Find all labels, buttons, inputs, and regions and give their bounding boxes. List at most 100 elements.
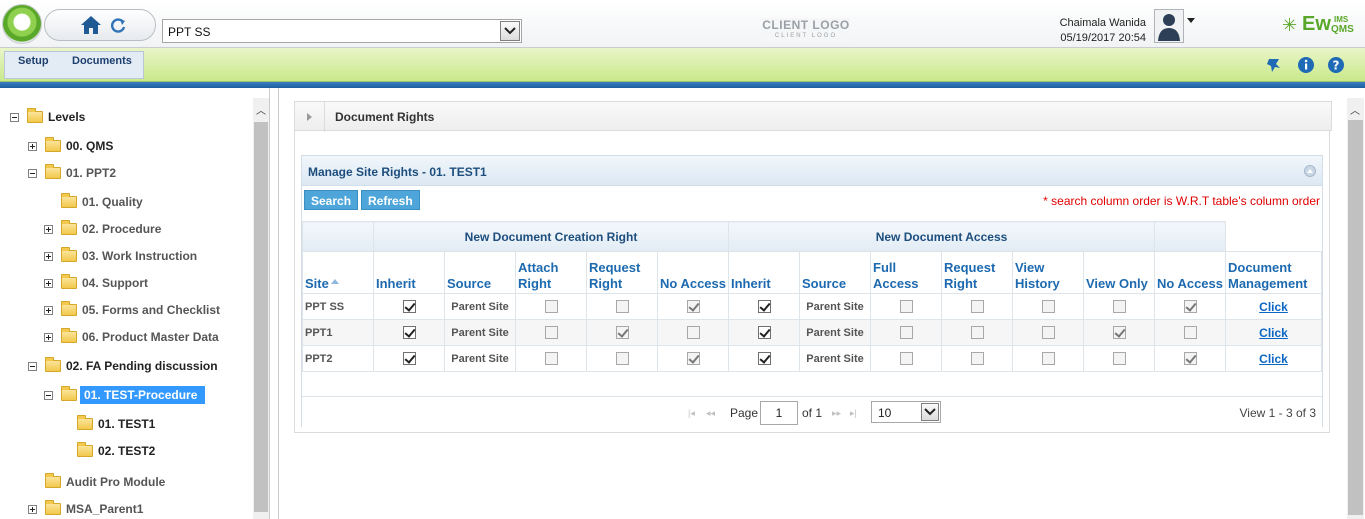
column-header-row: Site Inherit Source Attach Right Request Rig… — [302, 251, 1322, 294]
collapse-minus-icon[interactable] — [28, 168, 37, 178]
group-creation-right: New Document Creation Right — [373, 221, 729, 252]
tree-node[interactable]: 03. Work Instruction — [44, 246, 199, 266]
inherit1-checkbox[interactable] — [402, 352, 416, 365]
tree-node[interactable]: Audit Pro Module — [28, 472, 167, 492]
page-input[interactable]: 1 — [760, 401, 798, 425]
scroll-up-icon[interactable]: ︿ — [1350, 102, 1360, 117]
scroll-up-icon[interactable]: ︿ — [256, 102, 266, 117]
tree-node[interactable]: MSA_Parent1 — [28, 499, 145, 519]
column-header-label: Inherit — [731, 276, 771, 291]
first-page-icon[interactable]: |◂ — [688, 408, 695, 419]
document-management-link[interactable]: Click — [1259, 326, 1288, 340]
expand-plus-icon[interactable] — [44, 278, 53, 288]
site-select-value: PPT SS — [168, 25, 211, 39]
inherit1-cell — [373, 319, 445, 346]
site-rights-grid: Manage Site Rights - 01. TEST1 Search Re… — [301, 155, 1323, 427]
viewonly-checkbox — [1112, 352, 1126, 365]
tree-node[interactable]: 02. Procedure — [44, 219, 163, 239]
tree-node[interactable]: 01. TEST1 — [60, 414, 157, 434]
main-scrollbar[interactable]: ︿ — [1347, 98, 1364, 519]
next-page-icon[interactable]: ▸▸ — [832, 408, 841, 419]
tree-node[interactable]: 02. TEST2 — [60, 441, 157, 461]
inherit2-checkbox[interactable] — [757, 326, 771, 339]
tree-node[interactable]: 04. Support — [44, 273, 150, 293]
expand-panel-icon[interactable] — [295, 102, 325, 132]
rights-rows: PPT SS Parent Site Parent Site Click PPT1 Par… — [302, 293, 1322, 372]
user-datetime: 05/19/2017 20:54 — [1060, 32, 1146, 44]
site-select[interactable]: PPT SS — [162, 19, 522, 43]
expand-plus-icon[interactable] — [44, 251, 53, 261]
main-scroll-thumb[interactable] — [1348, 120, 1363, 515]
inherit1-checkbox[interactable] — [402, 326, 416, 339]
tree-scroll-thumb[interactable] — [254, 122, 268, 512]
column-header-label: Site — [305, 276, 329, 291]
tree-node[interactable]: 05. Forms and Checklist — [44, 300, 222, 320]
pin-icon[interactable] — [1265, 56, 1283, 74]
tree-node-label: MSA_Parent1 — [66, 502, 144, 516]
last-page-icon[interactable]: ▸| — [850, 408, 857, 419]
request2-cell — [941, 319, 1013, 346]
tree-node-label: 01. TEST-Procedure — [80, 386, 206, 404]
expand-plus-icon[interactable] — [44, 224, 53, 234]
tree-node-label: 00. QMS — [66, 139, 114, 153]
sort-asc-icon[interactable] — [330, 279, 339, 284]
collapse-grid-icon[interactable] — [1304, 165, 1316, 177]
document-management-link[interactable]: Click — [1259, 352, 1288, 366]
request2-cell — [941, 293, 1013, 320]
tree-node[interactable]: 01. Quality — [44, 192, 145, 212]
expand-plus-icon[interactable] — [44, 332, 53, 342]
menu-documents[interactable]: Documents — [72, 55, 132, 67]
collapse-minus-icon[interactable] — [28, 361, 37, 371]
expand-plus-icon[interactable] — [28, 504, 37, 514]
app-logo-icon[interactable] — [2, 4, 42, 44]
home-icon[interactable] — [80, 14, 102, 36]
inherit1-checkbox[interactable] — [402, 300, 416, 313]
source-cell: Parent Site — [444, 345, 516, 372]
search-button[interactable]: Search — [304, 190, 359, 210]
menu-setup[interactable]: Setup — [18, 55, 49, 67]
folder-icon — [45, 164, 61, 179]
tree-scrollbar[interactable]: ︿ — [253, 98, 269, 519]
source-cell: Parent Site — [799, 293, 871, 320]
attach-checkbox — [544, 300, 558, 313]
column-header: Request Right — [586, 251, 658, 294]
brand-qms: QMS — [1331, 24, 1354, 35]
info-icon[interactable] — [1297, 56, 1315, 74]
noaccess2-cell — [1154, 293, 1226, 320]
viewonly-cell — [1083, 293, 1155, 320]
viewonly-checkbox — [1112, 300, 1126, 313]
column-header[interactable]: Site — [302, 251, 374, 294]
caret-down-icon[interactable] — [1187, 18, 1195, 23]
chevron-down-icon[interactable] — [500, 21, 520, 41]
tree-node[interactable]: 01. TEST-Procedure — [44, 385, 206, 405]
folder-icon — [77, 442, 93, 457]
tree-node[interactable]: Levels — [10, 107, 87, 127]
tree-node[interactable]: 06. Product Master Data — [44, 327, 221, 347]
prev-page-icon[interactable]: ◂◂ — [706, 408, 715, 419]
source-cell: Parent Site — [799, 345, 871, 372]
document-management-link[interactable]: Click — [1259, 300, 1288, 314]
collapse-minus-icon[interactable] — [44, 390, 53, 400]
full-cell — [870, 345, 942, 372]
expand-plus-icon[interactable] — [28, 141, 37, 151]
column-header: No Access — [1154, 251, 1226, 294]
history-cell — [1012, 345, 1084, 372]
refresh-button[interactable]: Refresh — [361, 190, 420, 210]
tree-node[interactable]: 01. PPT2 — [28, 163, 118, 183]
folder-icon — [61, 301, 77, 316]
rows-per-page-select[interactable]: 10 — [871, 401, 941, 423]
chevron-down-icon[interactable] — [921, 403, 939, 421]
folder-icon — [77, 415, 93, 430]
tree-node[interactable]: 02. FA Pending discussion — [28, 356, 220, 376]
inherit2-checkbox[interactable] — [757, 352, 771, 365]
tree-node[interactable]: 00. QMS — [28, 136, 115, 156]
collapse-minus-icon[interactable] — [10, 112, 19, 122]
table-row: PPT2 Parent Site Parent Site Click — [302, 345, 1322, 372]
inherit2-checkbox[interactable] — [757, 300, 771, 313]
avatar[interactable] — [1154, 9, 1184, 43]
help-icon[interactable]: ? — [1327, 56, 1345, 74]
folder-icon — [61, 193, 77, 208]
refresh-icon[interactable] — [108, 16, 128, 36]
request1-cell — [586, 319, 658, 346]
expand-plus-icon[interactable] — [44, 305, 53, 315]
